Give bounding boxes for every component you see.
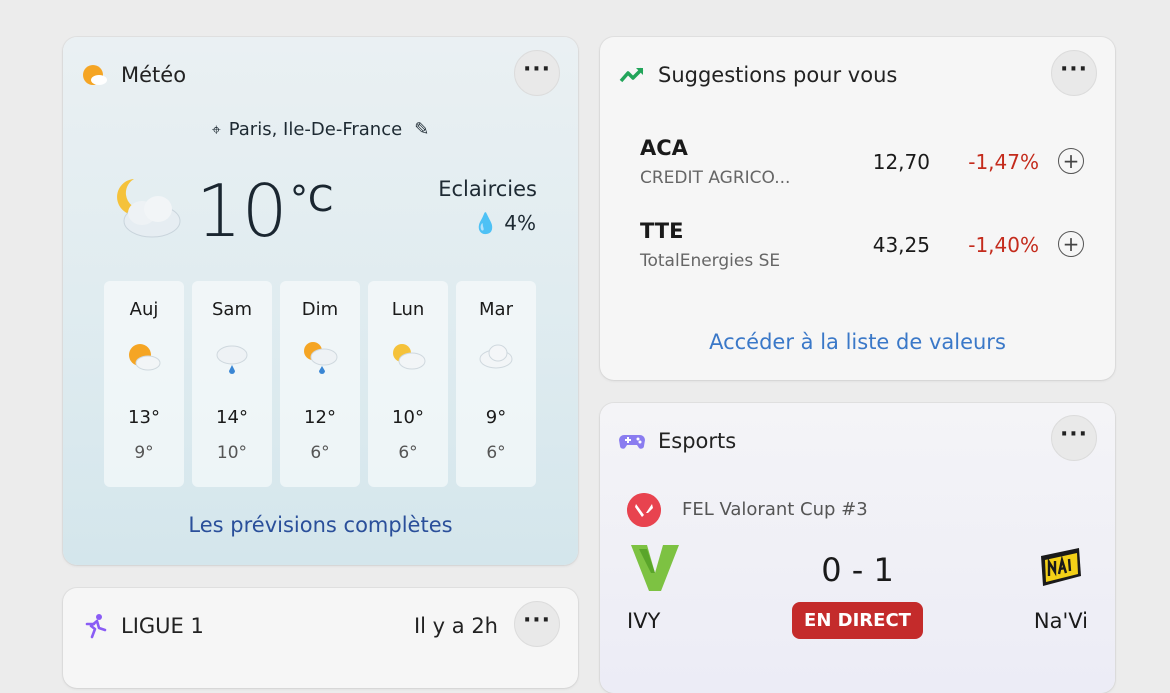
location-pin-icon: ⌖ — [211, 120, 221, 139]
stock-row[interactable]: ACA CREDIT AGRICO... 12,70 -1,47% + — [600, 136, 1115, 196]
navi-team-logo-icon — [1041, 548, 1081, 586]
ligue1-more-button[interactable]: ··· — [514, 601, 560, 647]
stock-row[interactable]: TTE TotalEnergies SE 43,25 -1,40% + — [600, 219, 1115, 279]
stock-name: TotalEnergies SE — [640, 251, 781, 271]
ligue1-time: Il y a 2h — [413, 614, 498, 638]
edit-pencil-icon[interactable]: ✎ — [414, 119, 429, 140]
weather-sun-icon — [83, 65, 107, 85]
gamepad-icon — [619, 435, 645, 449]
forecast-day[interactable]: Sam 14° 10° — [192, 281, 272, 487]
add-stock-button[interactable]: + — [1058, 231, 1084, 257]
forecast-day[interactable]: Dim 12° 6° — [280, 281, 360, 487]
team2-name: Na'Vi — [1033, 609, 1088, 633]
ligue1-title: LIGUE 1 — [121, 614, 204, 638]
location-label[interactable]: ⌖ Paris, Ile-De-France ✎ — [63, 119, 578, 140]
valorant-logo-icon — [627, 493, 661, 527]
weather-widget: Météo ··· ⌖ Paris, Ile-De-France ✎ 10 °C E… — [63, 37, 578, 565]
forecast-day[interactable]: Auj 13° 9° — [104, 281, 184, 487]
rain-icon — [216, 345, 248, 374]
full-forecast-link[interactable]: Les prévisions complètes — [63, 513, 578, 537]
stock-price: 43,25 — [872, 233, 930, 257]
stock-symbol: TTE — [640, 219, 684, 243]
partly-sunny-icon — [393, 344, 426, 370]
ligue1-widget: LIGUE 1 Il y a 2h ··· — [63, 588, 578, 688]
stocks-more-button[interactable]: ··· — [1051, 50, 1097, 96]
esports-title: Esports — [658, 429, 737, 453]
precipitation: 💧 4% — [473, 211, 536, 235]
weather-more-button[interactable]: ··· — [514, 50, 560, 96]
stock-change: -1,40% — [968, 233, 1039, 257]
stocks-widget: Suggestions pour vous ··· ACA CREDIT AGR… — [600, 37, 1115, 380]
moon-cloud-icon — [117, 179, 181, 238]
stock-name: CREDIT AGRICO... — [640, 168, 791, 188]
stock-change: -1,47% — [968, 150, 1039, 174]
runner-icon — [85, 614, 107, 639]
stocks-title: Suggestions pour vous — [658, 63, 898, 87]
weather-condition: Eclaircies — [438, 177, 537, 201]
tournament-name: FEL Valorant Cup #3 — [682, 499, 868, 520]
trending-up-icon — [619, 67, 644, 83]
team1-name: IVY — [627, 609, 661, 633]
esports-widget: Esports ··· FEL Valorant Cup #3 0 - 1 IV… — [600, 403, 1115, 693]
current-temperature: 10 — [196, 169, 288, 253]
esports-more-button[interactable]: ··· — [1051, 415, 1097, 461]
raindrop-icon: 💧 — [473, 211, 498, 235]
forecast-day[interactable]: Lun 10° 6° — [368, 281, 448, 487]
sun-rain-icon — [304, 342, 338, 374]
partly-sunny-icon — [129, 344, 161, 371]
watchlist-link[interactable]: Accéder à la liste de valeurs — [600, 330, 1115, 354]
cloudy-icon — [479, 344, 513, 369]
forecast-day[interactable]: Mar 9° 6° — [456, 281, 536, 487]
add-stock-button[interactable]: + — [1058, 148, 1084, 174]
live-badge: EN DIRECT — [792, 602, 923, 639]
weather-title: Météo — [121, 63, 187, 87]
stock-symbol: ACA — [640, 136, 688, 160]
stock-price: 12,70 — [872, 150, 930, 174]
temperature-unit: °C — [290, 179, 334, 220]
